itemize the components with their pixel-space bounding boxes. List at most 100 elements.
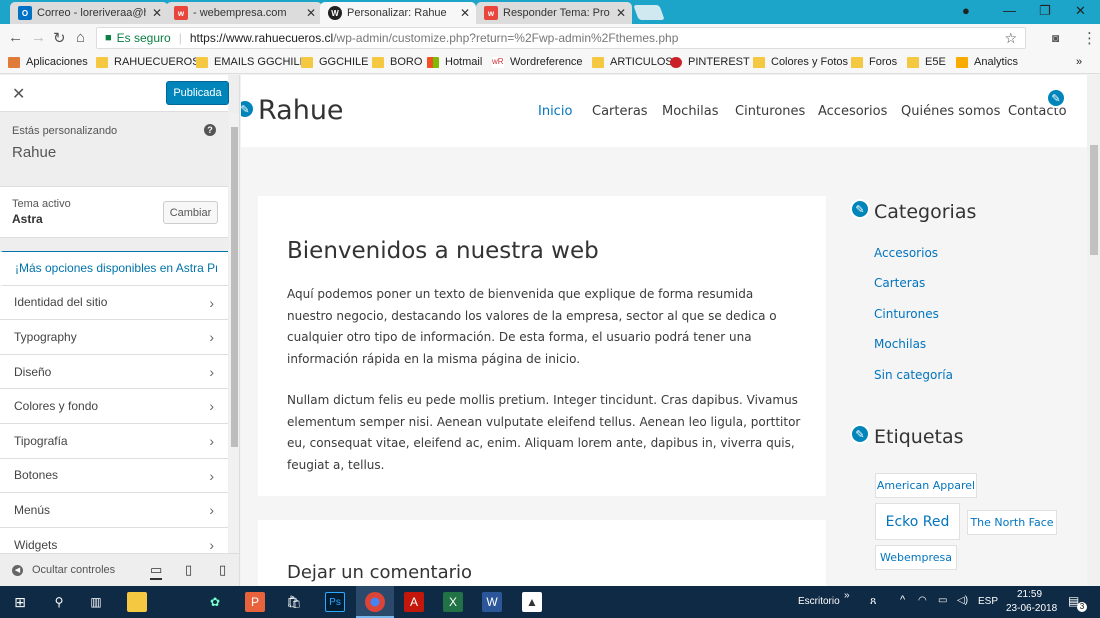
close-tab-icon[interactable]: ✕ <box>616 6 626 20</box>
forward-icon[interactable]: → <box>31 29 46 46</box>
reload-icon[interactable]: ↻ <box>53 29 66 47</box>
nav-carteras[interactable]: Carteras <box>592 104 648 119</box>
bookmark-analytics[interactable]: Analytics <box>956 56 1018 68</box>
file-explorer-icon[interactable] <box>127 592 147 612</box>
tab-webempresa[interactable]: w - webempresa.com ✕ <box>166 2 322 24</box>
bookmark-e5e[interactable]: E5E <box>907 56 946 68</box>
nav-accesorios[interactable]: Accesorios <box>818 104 887 119</box>
bookmark-colores[interactable]: Colores y Fotos <box>753 56 848 68</box>
more-bookmarks-icon[interactable]: » <box>1076 56 1082 68</box>
language-indicator[interactable]: ESP <box>978 596 998 607</box>
task-view-icon[interactable]: ▥ <box>86 592 106 612</box>
back-icon[interactable]: ← <box>8 29 23 46</box>
desktop-preview-icon[interactable]: ▭ <box>150 562 163 580</box>
chevron-right-icon: › <box>209 294 214 311</box>
home-icon[interactable]: ⌂ <box>76 29 85 46</box>
edit-pencil-icon[interactable]: ✎ <box>850 199 870 219</box>
tag-link[interactable]: Ecko Red <box>875 503 960 540</box>
wifi-icon[interactable]: ◠ <box>918 595 927 606</box>
category-link[interactable]: Accesorios <box>874 246 938 260</box>
category-link[interactable]: Carteras <box>874 276 925 290</box>
menu-icon[interactable]: ⋮ <box>1082 29 1097 47</box>
bookmark-emails[interactable]: EMAILS GGCHILE <box>196 56 307 68</box>
clock-date[interactable]: 23-06-2018 <box>1006 603 1057 614</box>
section-colores[interactable]: Colores y fondo › <box>0 389 228 424</box>
bookmark-ggchile[interactable]: GGCHILE <box>301 56 369 68</box>
tab-responder[interactable]: w Responder Tema: Probler ✕ <box>476 2 632 24</box>
category-link[interactable]: Cinturones <box>874 307 939 321</box>
section-identidad[interactable]: Identidad del sitio › <box>0 285 228 321</box>
excel-icon[interactable]: X <box>443 592 463 612</box>
tablet-preview-icon[interactable]: ▯ <box>185 562 192 578</box>
powerpoint-icon[interactable]: P <box>245 592 265 612</box>
tag-link[interactable]: American Apparel <box>875 473 977 498</box>
bookmark-boro[interactable]: BORO <box>372 56 422 68</box>
volume-icon[interactable]: ◁) <box>957 595 968 606</box>
photoshop-icon[interactable]: Ps <box>325 592 345 612</box>
scrollbar-thumb[interactable] <box>1090 145 1098 255</box>
search-icon[interactable]: ⚲ <box>49 592 69 612</box>
address-bar[interactable]: ■ Es seguro | https://www.rahuecueros.cl… <box>96 27 1026 49</box>
edit-pencil-icon[interactable]: ✎ <box>241 99 255 119</box>
bookmark-articulos[interactable]: ARTICULOS <box>592 56 673 68</box>
nav-quienes-somos[interactable]: Quiénes somos <box>901 104 1000 119</box>
site-title[interactable]: Rahue <box>258 95 344 126</box>
minimize-icon[interactable]: — <box>1003 3 1016 18</box>
bookmark-pinterest[interactable]: PINTEREST <box>670 56 750 68</box>
scrollbar-thumb[interactable] <box>231 127 238 447</box>
clock-time[interactable]: 21:59 <box>1017 589 1042 600</box>
help-icon[interactable]: ? <box>204 124 216 136</box>
word-icon[interactable]: W <box>482 592 502 612</box>
astra-pro-promo[interactable]: ¡Más opciones disponibles en Astra Pro! <box>0 251 228 286</box>
restore-icon[interactable]: ❐ <box>1039 3 1051 19</box>
photos-icon[interactable]: ▲ <box>522 592 542 612</box>
tab-title: Correo - loreriveraa@hot <box>37 7 146 19</box>
close-icon[interactable]: ✕ <box>12 84 25 104</box>
close-tab-icon[interactable]: ✕ <box>306 6 316 20</box>
new-tab-button[interactable] <box>633 5 665 20</box>
sidebar-scrollbar[interactable] <box>229 113 239 586</box>
tab-correo[interactable]: O Correo - loreriveraa@hot ✕ <box>10 2 168 24</box>
section-diseno[interactable]: Diseño › <box>0 354 228 390</box>
section-typography[interactable]: Typography › <box>0 320 228 355</box>
close-window-icon[interactable]: ✕ <box>1075 3 1086 19</box>
bookmark-rahuecueros[interactable]: RAHUECUEROS <box>96 56 200 68</box>
section-tipografia[interactable]: Tipografía › <box>0 423 228 459</box>
people-icon[interactable]: ጸ <box>870 595 876 608</box>
edit-pencil-icon[interactable]: ✎ <box>850 424 870 444</box>
bookmark-wordreference[interactable]: wR Wordreference <box>492 56 583 68</box>
nav-cinturones[interactable]: Cinturones <box>735 104 805 119</box>
close-tab-icon[interactable]: ✕ <box>460 6 470 20</box>
tag-link[interactable]: The North Face <box>967 510 1057 535</box>
show-hidden-icons[interactable]: ^ <box>900 594 905 606</box>
change-theme-button[interactable]: Cambiar <box>163 201 218 224</box>
nav-mochilas[interactable]: Mochilas <box>662 104 719 119</box>
category-link[interactable]: Sin categoría <box>874 368 953 382</box>
acrobat-icon[interactable]: A <box>404 592 424 612</box>
edit-pencil-icon[interactable]: ✎ <box>1046 88 1066 108</box>
chrome-icon[interactable] <box>365 592 385 612</box>
publish-button[interactable]: Publicada <box>166 81 229 105</box>
tab-personalizar[interactable]: W Personalizar: Rahue ✕ <box>320 2 476 24</box>
bookmark-apps[interactable]: Aplicaciones <box>8 56 88 68</box>
battery-icon[interactable]: ▭ <box>938 595 947 606</box>
store-icon[interactable]: 🛍 <box>284 592 304 612</box>
bookmark-star-icon[interactable]: ☆ <box>1004 30 1017 47</box>
section-botones[interactable]: Botones › <box>0 458 228 494</box>
preview-scrollbar[interactable] <box>1087 75 1100 586</box>
category-link[interactable]: Mochilas <box>874 337 926 351</box>
close-tab-icon[interactable]: ✕ <box>152 6 162 20</box>
mobile-preview-icon[interactable]: ▯ <box>219 562 226 578</box>
tag-link[interactable]: Webempresa <box>875 545 957 570</box>
hide-controls-button[interactable]: ◀ Ocultar controles <box>12 564 115 576</box>
bookmark-hotmail[interactable]: Hotmail <box>427 56 482 68</box>
nav-inicio[interactable]: Inicio <box>538 104 572 119</box>
extension-icon[interactable]: ◙ <box>1052 31 1059 45</box>
profile-icon[interactable]: ● <box>962 3 970 18</box>
windows-start-icon[interactable]: ⊞ <box>10 592 30 612</box>
desktop-label[interactable]: Escritorio <box>798 596 840 607</box>
section-menus[interactable]: Menús › <box>0 493 228 528</box>
settings-app-icon[interactable]: ✿ <box>205 592 225 612</box>
desktop-chevron-icon[interactable]: » <box>844 590 850 601</box>
bookmark-foros[interactable]: Foros <box>851 56 897 68</box>
